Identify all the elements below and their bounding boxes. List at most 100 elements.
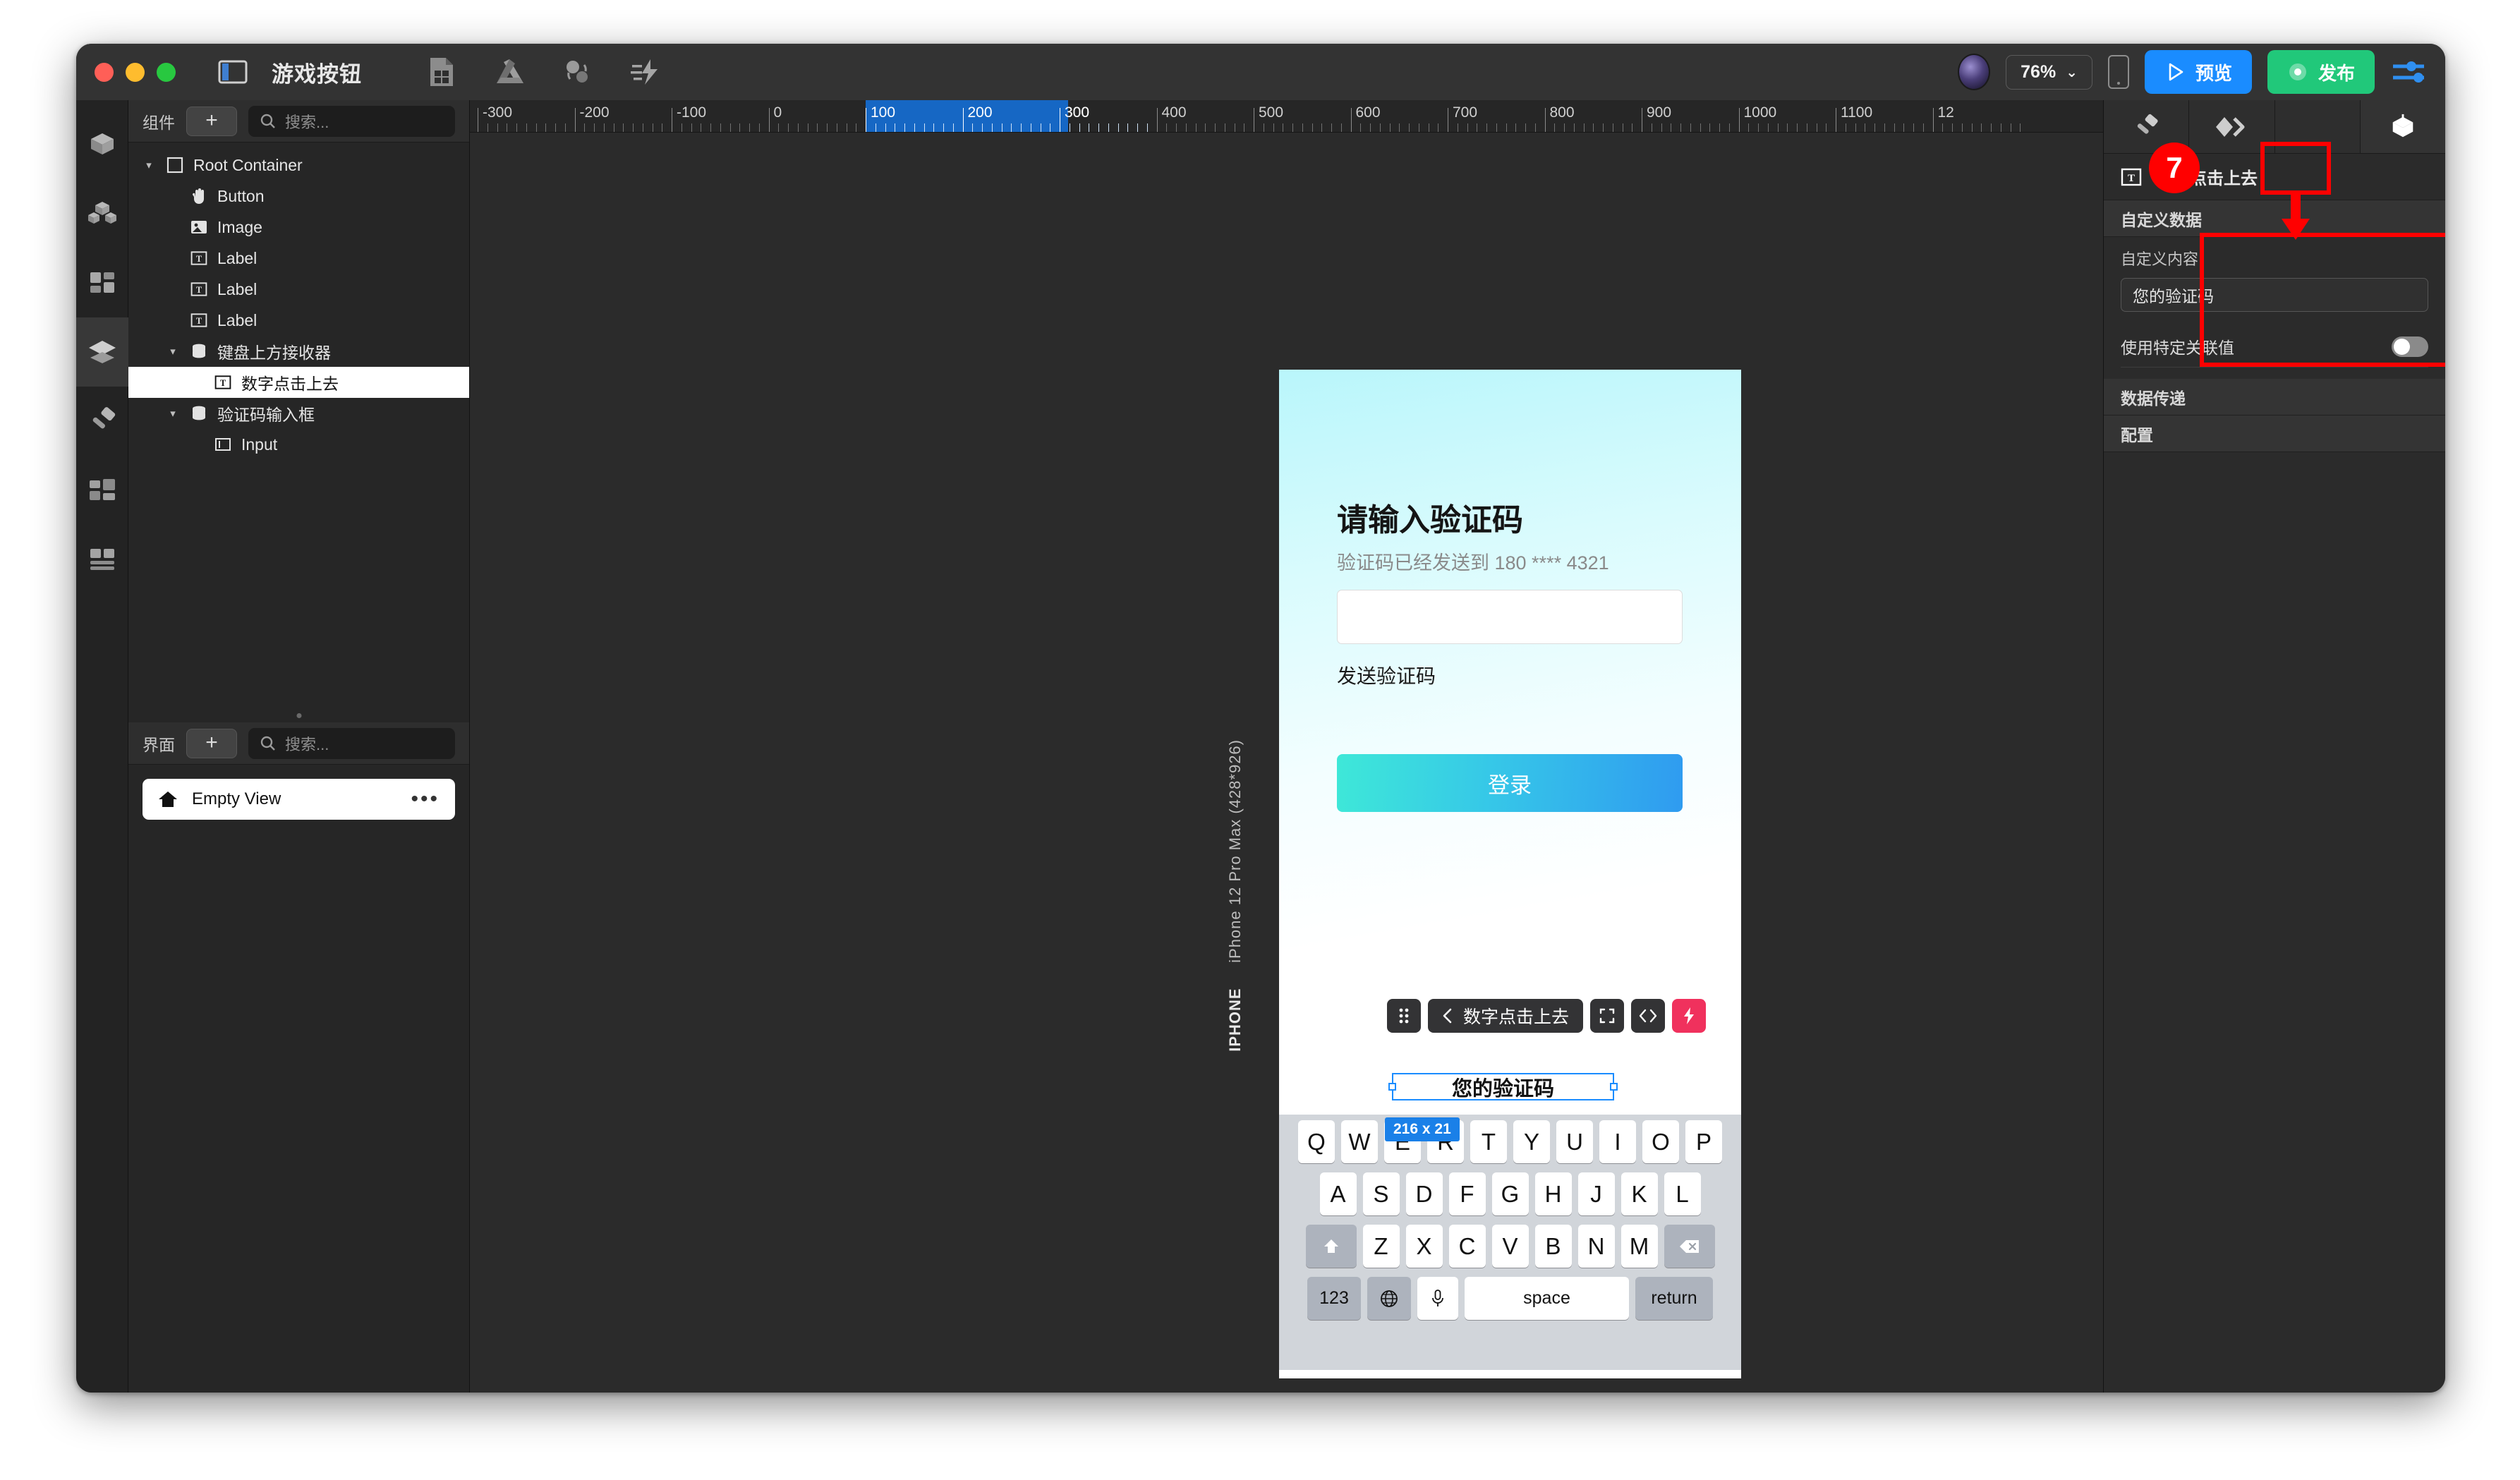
key-M[interactable]: M [1621,1225,1658,1268]
send-code-link[interactable]: 发送验证码 [1337,661,1436,689]
key-A[interactable]: A [1319,1172,1357,1215]
design-canvas[interactable]: IPHONE iPhone 12 Pro Max (428*926) 请输入验证… [470,133,2103,1393]
tab-events[interactable] [2274,100,2361,153]
key-F[interactable]: F [1448,1172,1486,1215]
key-D[interactable]: D [1405,1172,1443,1215]
section-header-config[interactable]: 配置 [2104,416,2445,452]
components-search-input[interactable]: 搜索... [248,105,455,137]
drag-grip-icon[interactable] [1387,999,1421,1033]
key-C[interactable]: C [1448,1225,1486,1268]
rail-item-layout-panels[interactable] [76,456,128,525]
publish-button[interactable]: 发布 [2267,50,2375,94]
add-component-button[interactable]: + [186,106,237,136]
key-T[interactable]: T [1470,1120,1507,1163]
rail-item-components-group[interactable] [76,179,128,248]
add-screen-button[interactable]: + [186,728,237,758]
tree-item-0[interactable]: ▾ Root Container [128,150,469,181]
tab-data[interactable] [2360,100,2445,153]
phone-icon[interactable] [2107,55,2129,89]
custom-content-input[interactable]: 您的验证码 [2121,278,2428,312]
rail-item-component-cube[interactable] [76,110,128,179]
key-J[interactable]: J [1577,1172,1615,1215]
section-header-data-transfer[interactable]: 数据传递 [2104,379,2445,416]
expand-icon[interactable] [1590,999,1625,1033]
key-K[interactable]: K [1621,1172,1658,1215]
component-tree[interactable]: ▾ Root Container Button Image T Label T Label T L… [128,142,469,708]
backspace-icon[interactable] [1664,1225,1715,1268]
tree-item-6[interactable]: ▾ 键盘上方接收器 [128,336,469,367]
element-float-toolbar[interactable]: 数字点击上去 [1387,999,1707,1033]
sync-icon[interactable] [561,56,593,88]
minimize-window-button[interactable] [126,62,145,82]
chevron-down-icon[interactable]: ▾ [141,159,157,171]
key-S[interactable]: S [1362,1172,1400,1215]
section-header-custom-data[interactable]: 自定义数据 [2104,200,2445,237]
key-O[interactable]: O [1642,1120,1679,1163]
screen-item-more-button[interactable]: ••• [411,789,440,810]
key-B[interactable]: B [1534,1225,1572,1268]
key-U[interactable]: U [1556,1120,1593,1163]
use-specific-value-row[interactable]: 使用特定关联值 [2104,326,2445,367]
horizontal-ruler[interactable]: -300 -200 -100 0 100 200 300 400 500 600 700 800 900… [470,100,2103,133]
verification-code-input[interactable] [1337,590,1683,644]
key-V[interactable]: V [1491,1225,1529,1268]
rail-item-layers[interactable] [76,317,128,387]
tree-item-1[interactable]: Button [128,181,469,212]
login-button[interactable]: 登录 [1337,754,1683,812]
preview-button[interactable]: 预览 [2144,50,2252,94]
selection-handle-right[interactable] [1610,1082,1618,1091]
return-key[interactable]: return [1635,1277,1713,1320]
float-toolbar-element-button[interactable]: 数字点击上去 [1428,999,1584,1033]
selection-handle-left[interactable] [1388,1082,1396,1091]
lightning-flow-icon[interactable] [629,56,661,88]
tree-item-5[interactable]: T Label [128,305,469,336]
numbers-key[interactable]: 123 [1307,1277,1361,1320]
lightning-bolt-icon[interactable] [1672,999,1707,1033]
key-Y[interactable]: Y [1513,1120,1550,1163]
rail-item-brush[interactable] [76,387,128,456]
avatar[interactable] [1958,54,1991,90]
sidebar-toggle-icon[interactable] [218,59,248,85]
maximize-window-button[interactable] [157,62,176,82]
globe-icon[interactable] [1367,1277,1411,1320]
spreadsheet-icon[interactable] [425,56,458,88]
tab-brush[interactable] [2104,100,2190,153]
tab-layers[interactable] [2189,100,2275,153]
zoom-control[interactable]: 76% ⌄ [2006,54,2092,90]
canvas-area[interactable]: -300 -200 -100 0 100 200 300 400 500 600 700 800 900… [470,100,2103,1393]
key-I[interactable]: I [1599,1120,1636,1163]
use-specific-value-toggle[interactable] [2392,336,2428,357]
key-P[interactable]: P [1685,1120,1722,1163]
shift-arrow-icon[interactable] [1305,1225,1357,1268]
key-Q[interactable]: Q [1298,1120,1335,1163]
code-brackets-icon[interactable] [1631,999,1666,1033]
screens-search-input[interactable]: 搜索... [248,727,455,759]
rail-item-stack-rows[interactable] [76,525,128,594]
close-window-button[interactable] [95,62,114,82]
microphone-icon[interactable] [1417,1277,1458,1320]
tree-item-8[interactable]: ▾ 验证码输入框 [128,398,469,429]
tree-item-9[interactable]: Input [128,429,469,460]
tree-item-2[interactable]: Image [128,212,469,243]
space-key[interactable]: space [1465,1277,1629,1320]
chevron-down-icon[interactable]: ▾ [165,407,181,420]
key-H[interactable]: H [1534,1172,1572,1215]
key-G[interactable]: G [1491,1172,1529,1215]
ios-keyboard[interactable]: QWERTYUIOP ASDFGHJKL ZXCVBNM 123 space r… [1279,1115,1741,1370]
tree-item-7[interactable]: T 数字点击上去 [128,367,469,398]
key-Z[interactable]: Z [1362,1225,1400,1268]
chevron-down-icon[interactable]: ▾ [165,345,181,358]
tree-item-3[interactable]: T Label [128,243,469,274]
key-L[interactable]: L [1664,1172,1701,1215]
drive-triangle-icon[interactable] [493,56,526,88]
selection-box[interactable] [1388,1073,1618,1100]
sliders-icon[interactable] [2390,56,2427,87]
key-X[interactable]: X [1405,1225,1443,1268]
key-N[interactable]: N [1577,1225,1615,1268]
tree-item-4[interactable]: T Label [128,274,469,305]
rail-item-grid-blocks[interactable] [76,248,128,317]
panel-resizer[interactable] [128,708,469,722]
key-W[interactable]: W [1341,1120,1378,1163]
list-item[interactable]: Empty View ••• [143,779,455,820]
text-icon: T [189,248,209,268]
